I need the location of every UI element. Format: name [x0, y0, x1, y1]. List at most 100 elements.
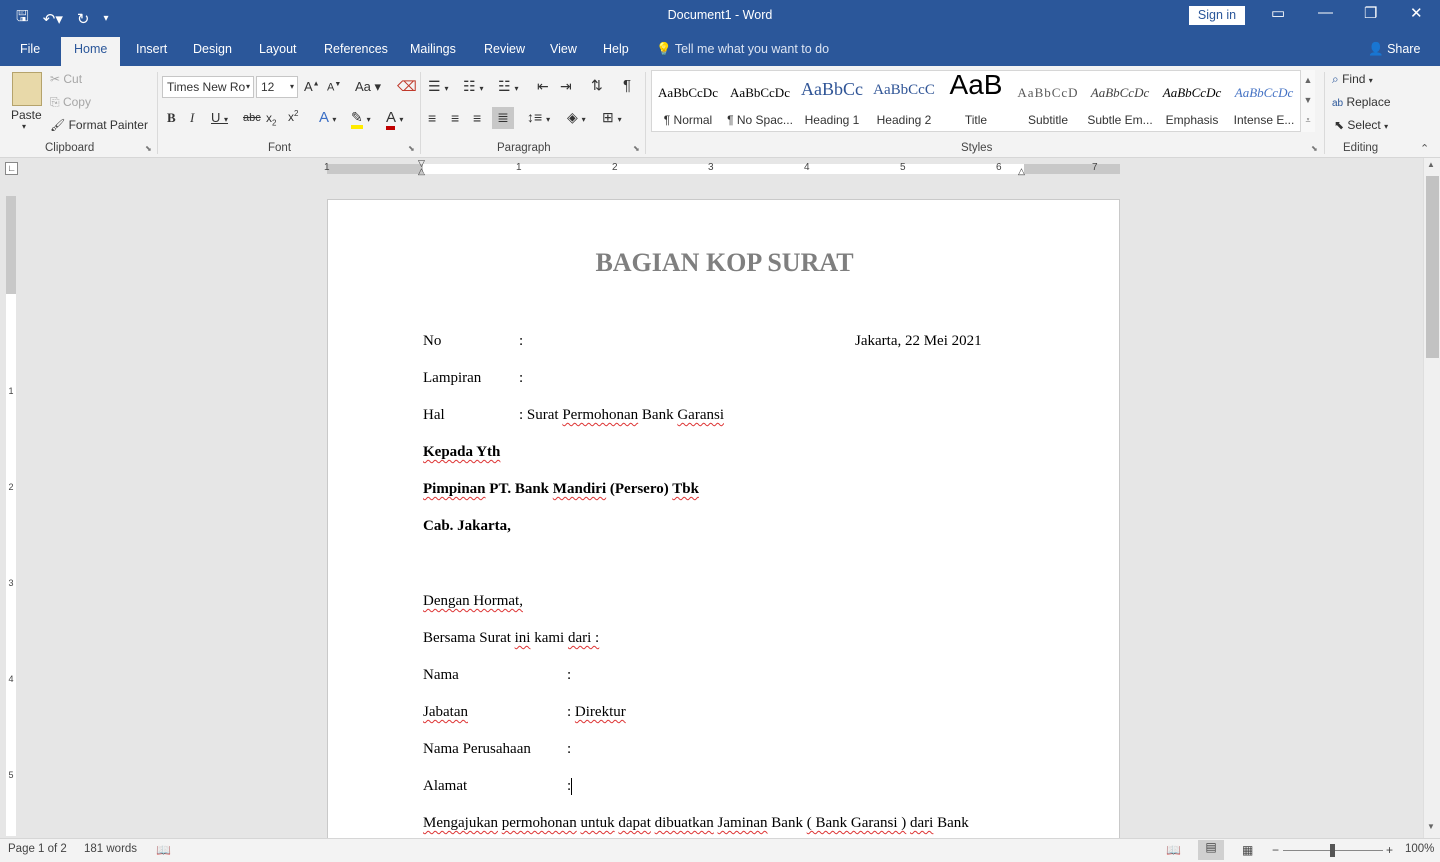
- zoom-slider-thumb[interactable]: [1330, 844, 1335, 857]
- document-page[interactable]: BAGIAN KOP SURAT No : Jakarta, 22 Mei 20…: [327, 199, 1120, 839]
- style-no-spacing[interactable]: AaBbCcDc ¶ No Spac...: [724, 71, 796, 131]
- scroll-thumb[interactable]: [1426, 176, 1439, 358]
- clipboard-icon[interactable]: [12, 72, 42, 106]
- tab-mailings[interactable]: Mailings: [410, 42, 456, 56]
- find-button[interactable]: ⌕ Find ▾: [1332, 72, 1373, 87]
- line-spacing-icon[interactable]: ↕≡ ▾: [527, 109, 550, 125]
- restore-icon[interactable]: ❐: [1364, 4, 1377, 22]
- copy-button[interactable]: ⎘ Copy: [50, 95, 91, 110]
- sort-icon[interactable]: ⇅: [591, 77, 603, 94]
- tab-file[interactable]: File: [20, 42, 40, 56]
- styles-launcher-icon[interactable]: ⬊: [1311, 144, 1318, 153]
- format-painter-button[interactable]: 🖌 Format Painter: [50, 118, 148, 132]
- font-name-combo[interactable]: Times New Ro ▾: [162, 76, 254, 98]
- web-layout-icon[interactable]: ▦: [1242, 843, 1253, 857]
- align-right-icon[interactable]: ≡: [473, 110, 481, 126]
- share-button[interactable]: 👤 Share: [1368, 42, 1420, 57]
- underline-button[interactable]: U ▾: [211, 110, 228, 125]
- style-title[interactable]: AaB Title: [940, 69, 1012, 131]
- paste-dropdown-icon[interactable]: ▾: [22, 122, 26, 131]
- indent-marker-icon[interactable]: ▽ △: [418, 159, 425, 176]
- right-indent-icon[interactable]: △: [1018, 166, 1025, 177]
- tell-me-search[interactable]: 💡 Tell me what you want to do: [656, 42, 829, 57]
- select-button[interactable]: ⬉ Select ▾: [1334, 118, 1388, 132]
- ruler-number: 4: [804, 162, 810, 173]
- font-size-combo[interactable]: 12 ▾: [256, 76, 298, 98]
- superscript-button[interactable]: x2: [288, 109, 298, 124]
- shrink-font-icon[interactable]: A▼: [327, 81, 341, 94]
- borders-icon[interactable]: ⊞ ▾: [602, 109, 622, 126]
- bold-button[interactable]: B: [167, 110, 176, 126]
- text-run: (Persero): [606, 481, 673, 497]
- scroll-up-icon[interactable]: ▲: [1427, 160, 1435, 169]
- ribbon-tabs: File Home Insert Design Layout Reference…: [0, 32, 1440, 66]
- zoom-level[interactable]: 100%: [1405, 843, 1434, 855]
- scroll-down-icon[interactable]: ▼: [1427, 822, 1435, 831]
- tab-insert[interactable]: Insert: [136, 42, 167, 56]
- bullets-icon[interactable]: ☰ ▾: [428, 78, 448, 95]
- tab-help[interactable]: Help: [603, 42, 629, 56]
- paste-button[interactable]: Paste: [11, 108, 42, 122]
- justify-icon[interactable]: ≣: [492, 107, 514, 129]
- read-mode-icon[interactable]: 📖: [1166, 843, 1181, 857]
- style-normal[interactable]: AaBbCcDc ¶ Normal: [652, 71, 724, 131]
- more-styles-icon[interactable]: ⩡: [1301, 110, 1315, 130]
- font-launcher-icon[interactable]: ⬊: [408, 144, 415, 153]
- decrease-indent-icon[interactable]: ⇤: [537, 78, 549, 95]
- ruler-number: 5: [900, 162, 906, 173]
- replace-button[interactable]: ab Replace: [1332, 95, 1391, 109]
- cut-button[interactable]: ✂ Cut: [50, 72, 82, 86]
- subscript-button[interactable]: x2: [266, 111, 276, 127]
- font-color-icon[interactable]: A ▾: [386, 109, 403, 130]
- increase-indent-icon[interactable]: ⇥: [560, 78, 572, 95]
- zoom-out-icon[interactable]: −: [1272, 843, 1279, 857]
- paragraph-launcher-icon[interactable]: ⬊: [633, 144, 640, 153]
- nama-label: Nama: [423, 667, 459, 683]
- show-formatting-icon[interactable]: ¶: [623, 77, 631, 94]
- italic-button[interactable]: I: [190, 110, 194, 126]
- ruler-number: 1: [8, 386, 14, 396]
- align-left-icon[interactable]: ≡: [428, 110, 436, 126]
- tab-layout[interactable]: Layout: [259, 42, 297, 56]
- scroll-down-icon[interactable]: ▼: [1301, 90, 1315, 110]
- ruler-number: 1: [324, 162, 330, 173]
- collapse-ribbon-icon[interactable]: ⌃: [1420, 142, 1429, 155]
- strikethrough-button[interactable]: abc: [243, 112, 261, 124]
- text-effects-icon[interactable]: A ▾: [319, 109, 336, 126]
- grow-font-icon[interactable]: A▲: [304, 79, 320, 94]
- tab-view[interactable]: View: [550, 42, 577, 56]
- change-case-icon[interactable]: Aa ▾: [355, 79, 381, 95]
- style-subtle-emphasis[interactable]: AaBbCcDc Subtle Em...: [1084, 71, 1156, 131]
- tab-references[interactable]: References: [324, 42, 388, 56]
- minimize-icon[interactable]: —: [1318, 4, 1333, 21]
- clipboard-launcher-icon[interactable]: ⬊: [145, 144, 152, 153]
- page-count[interactable]: Page 1 of 2: [8, 843, 67, 855]
- clear-formatting-icon[interactable]: ⌫: [397, 78, 417, 95]
- scroll-up-icon[interactable]: ▲: [1301, 70, 1315, 90]
- tab-review[interactable]: Review: [484, 42, 525, 56]
- style-heading-1[interactable]: AaBbCc Heading 1: [796, 71, 868, 131]
- tab-selector-icon[interactable]: ∟: [5, 162, 18, 175]
- align-center-icon[interactable]: ≡: [451, 110, 459, 126]
- print-layout-icon[interactable]: ▤: [1198, 840, 1224, 860]
- zoom-in-icon[interactable]: +: [1386, 843, 1393, 857]
- tab-design[interactable]: Design: [193, 42, 232, 56]
- vertical-scrollbar[interactable]: ▲ ▼: [1423, 158, 1440, 838]
- sign-in-button[interactable]: Sign in: [1189, 6, 1245, 25]
- proofing-icon[interactable]: 📖: [156, 843, 171, 857]
- close-icon[interactable]: ✕: [1410, 4, 1423, 22]
- ribbon-display-icon[interactable]: ▭: [1271, 4, 1285, 22]
- divider: [420, 72, 421, 154]
- nama-colon: :: [567, 667, 572, 683]
- style-emphasis[interactable]: AaBbCcDc Emphasis: [1156, 71, 1228, 131]
- style-intense-emphasis[interactable]: AaBbCcDc Intense E...: [1228, 71, 1300, 131]
- word-count[interactable]: 181 words: [84, 843, 137, 855]
- tab-home[interactable]: Home: [61, 37, 121, 66]
- styles-scroll[interactable]: ▲ ▼ ⩡: [1300, 70, 1315, 132]
- style-subtitle[interactable]: AaBbCcD Subtitle: [1012, 71, 1084, 131]
- highlight-icon[interactable]: ✎ ▾: [351, 109, 371, 129]
- numbering-icon[interactable]: ☷ ▾: [463, 78, 483, 95]
- shading-icon[interactable]: ◈ ▾: [567, 109, 586, 126]
- multilevel-list-icon[interactable]: ☳ ▾: [498, 78, 518, 95]
- style-heading-2[interactable]: AaBbCcC Heading 2: [868, 71, 940, 131]
